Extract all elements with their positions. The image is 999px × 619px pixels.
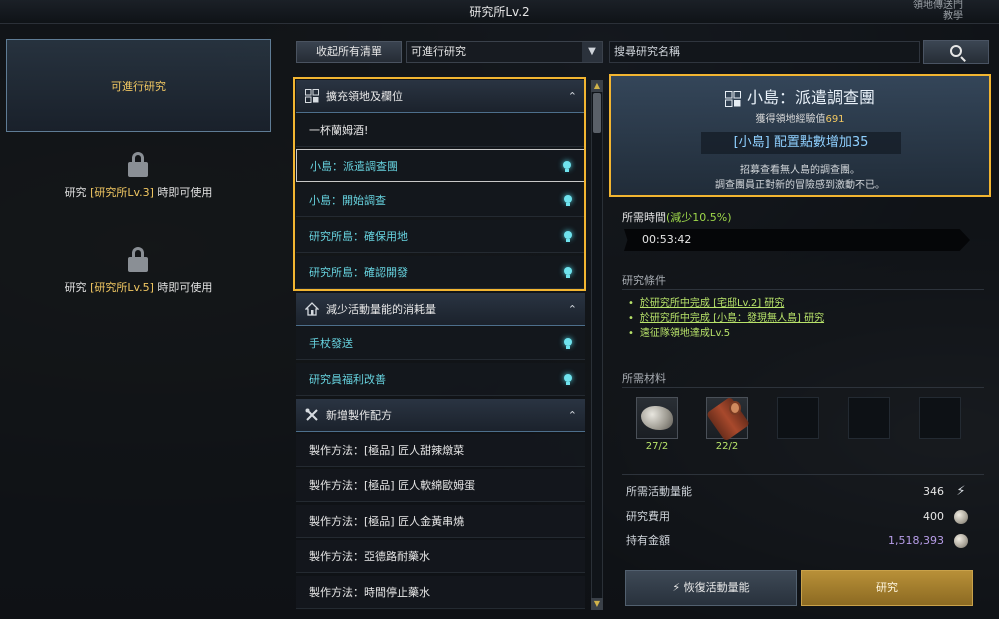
chevron-up-icon[interactable]: ⌃ xyxy=(568,293,577,326)
locked-slot-1: 研究 [研究所Lv.3] 時即可使用 xyxy=(6,142,271,235)
time-label: 所需時間(減少10.5%) xyxy=(622,211,732,224)
filter-select-value: 可進行研究 xyxy=(411,45,466,58)
silver-coin-icon xyxy=(954,510,968,524)
condition-link[interactable]: 於研究所中完成 [小島：發現無人島] 研究 xyxy=(640,313,824,324)
conditions-label: 研究條件 xyxy=(622,274,666,287)
list-item[interactable]: 一杯蘭姆酒! xyxy=(296,114,585,147)
material-slot-empty xyxy=(919,397,961,439)
detail-header: 小島：派遣調查團 獲得領地經驗值691 [小島] 配置點數增加35 招募查看無人… xyxy=(609,74,991,197)
lightbulb-icon xyxy=(563,265,573,280)
scroll-up-icon[interactable]: ▲ xyxy=(591,80,603,92)
log-icon xyxy=(705,396,751,442)
left-panel: 可進行研究 研究 [研究所Lv.3] 時即可使用 研究 [研究所Lv.5] 時即… xyxy=(6,39,271,609)
energy-value: 346 xyxy=(923,485,944,498)
list-scrollbar[interactable] xyxy=(591,80,603,610)
divider xyxy=(622,387,984,388)
condition-text: 遠征隊領地達成Lv.5 xyxy=(639,328,731,339)
chevron-up-icon[interactable]: ⌃ xyxy=(568,80,577,113)
cost-row: 研究費用 400 xyxy=(626,507,970,527)
locked-slot-2-text: 研究 [研究所Lv.5] 時即可使用 xyxy=(64,281,213,294)
search-icon xyxy=(950,45,962,57)
tab-available-research-label: 可進行研究 xyxy=(111,80,166,93)
divider xyxy=(622,474,984,475)
group-header-reduce-energy[interactable]: 減少活動量能的消耗量 ⌃ xyxy=(296,293,585,326)
list-item[interactable]: 製作方法：亞德路耐藥水 xyxy=(296,540,585,573)
house-icon xyxy=(305,302,319,316)
list-item[interactable]: 製作方法：[極品] 匠人金黃串燒 xyxy=(296,505,585,538)
grid-icon xyxy=(305,89,319,103)
scroll-thumb[interactable] xyxy=(593,93,601,133)
filter-select[interactable]: 可進行研究 ▼ xyxy=(406,41,603,63)
lightbulb-icon xyxy=(563,193,573,208)
lightbulb-icon xyxy=(563,229,573,244)
detail-bonus: [小島] 配置點數增加35 xyxy=(701,132,901,154)
group-title: 新增製作配方 xyxy=(326,409,392,422)
research-list: 擴充領地及欄位 ⌃ 一杯蘭姆酒! 小島：派遣調查團 小島：開始調查 研究所島：確… xyxy=(296,80,585,610)
group-title: 減少活動量能的消耗量 xyxy=(326,303,436,316)
list-item[interactable]: 小島：開始調查 xyxy=(296,184,585,217)
grid-icon xyxy=(724,90,741,107)
group-header-new-recipes[interactable]: 新增製作配方 ⌃ xyxy=(296,399,585,432)
gold-value: 1,518,393 xyxy=(888,534,944,547)
ore-icon xyxy=(641,406,673,430)
list-item-selected[interactable]: 小島：派遣調查團 xyxy=(296,149,585,182)
list-item[interactable]: 製作方法：[極品] 匠人軟綿歐姆蛋 xyxy=(296,469,585,502)
locked-slot-1-text: 研究 [研究所Lv.3] 時即可使用 xyxy=(64,186,213,199)
energy-icon: ⚡ xyxy=(956,484,966,499)
materials-label: 所需材料 xyxy=(622,372,666,385)
restore-energy-button[interactable]: ⚡ 恢復活動量能 xyxy=(625,570,797,606)
search-button[interactable] xyxy=(923,40,989,64)
tab-available-research[interactable]: 可進行研究 xyxy=(6,39,271,132)
detail-description: 招募查看無人島的調查團。 調查團員正對新的冒險感到激動不已。 xyxy=(715,165,885,191)
silver-coin-icon xyxy=(954,534,968,548)
chevron-up-icon[interactable]: ⌃ xyxy=(568,399,577,432)
research-window: 研究所Lv.2 領地傳送門 教學 可進行研究 研究 [研究所Lv.3] 時即可使… xyxy=(0,0,999,619)
energy-icon: ⚡ xyxy=(672,581,681,594)
scroll-down-icon[interactable]: ▼ xyxy=(591,598,603,610)
locked-slot-2: 研究 [研究所Lv.5] 時即可使用 xyxy=(6,238,271,331)
list-item[interactable]: 研究所島：確保用地 xyxy=(296,220,585,253)
cost-value: 400 xyxy=(923,510,944,523)
group-header-expand-territory[interactable]: 擴充領地及欄位 ⌃ xyxy=(296,80,585,113)
collapse-all-button[interactable]: 收起所有清單 xyxy=(296,41,402,63)
divider xyxy=(622,289,984,290)
lock-icon xyxy=(128,247,148,273)
group-title: 擴充領地及欄位 xyxy=(326,90,403,103)
material-qty: 22/2 xyxy=(715,441,739,452)
chevron-down-icon[interactable]: ▼ xyxy=(582,42,602,62)
lock-icon xyxy=(128,152,148,178)
tools-icon xyxy=(305,408,318,421)
list-item[interactable]: 製作方法：時間停止藥水 xyxy=(296,576,585,609)
lightbulb-icon xyxy=(562,159,572,174)
corner-hint[interactable]: 領地傳送門 教學 xyxy=(903,0,963,22)
research-button[interactable]: 研究 xyxy=(801,570,973,606)
material-slot-ore[interactable] xyxy=(636,397,678,439)
lightbulb-icon xyxy=(563,336,573,351)
gold-row: 持有金額 1,518,393 xyxy=(626,531,970,551)
material-qty: 27/2 xyxy=(645,441,669,452)
conditions-list: • 於研究所中完成 [宅邸Lv.2] 研究 • 於研究所中完成 [小島：發現無人島]… xyxy=(628,298,825,339)
energy-row: 所需活動量能 346 ⚡ xyxy=(626,482,970,502)
list-item[interactable]: 製作方法：[極品] 匠人甜辣燉菜 xyxy=(296,434,585,467)
material-slot-empty xyxy=(848,397,890,439)
detail-title: 小島：派遣調查團 xyxy=(611,84,989,108)
condition-link[interactable]: 於研究所中完成 [宅邸Lv.2] 研究 xyxy=(640,298,784,309)
list-item[interactable]: 研究員福利改善 xyxy=(296,363,585,396)
list-item[interactable]: 研究所島：確認開發 xyxy=(296,256,585,289)
material-slot-log[interactable] xyxy=(705,396,751,442)
list-item[interactable]: 手杖發送 xyxy=(296,327,585,360)
detail-exp: 獲得領地經驗值691 xyxy=(755,114,845,125)
search-input[interactable]: 搜尋研究名稱 xyxy=(609,41,920,63)
lightbulb-icon xyxy=(563,372,573,387)
time-value: 00:53:42 xyxy=(624,229,970,251)
material-slot-empty xyxy=(777,397,819,439)
window-title: 研究所Lv.2 xyxy=(0,0,999,24)
